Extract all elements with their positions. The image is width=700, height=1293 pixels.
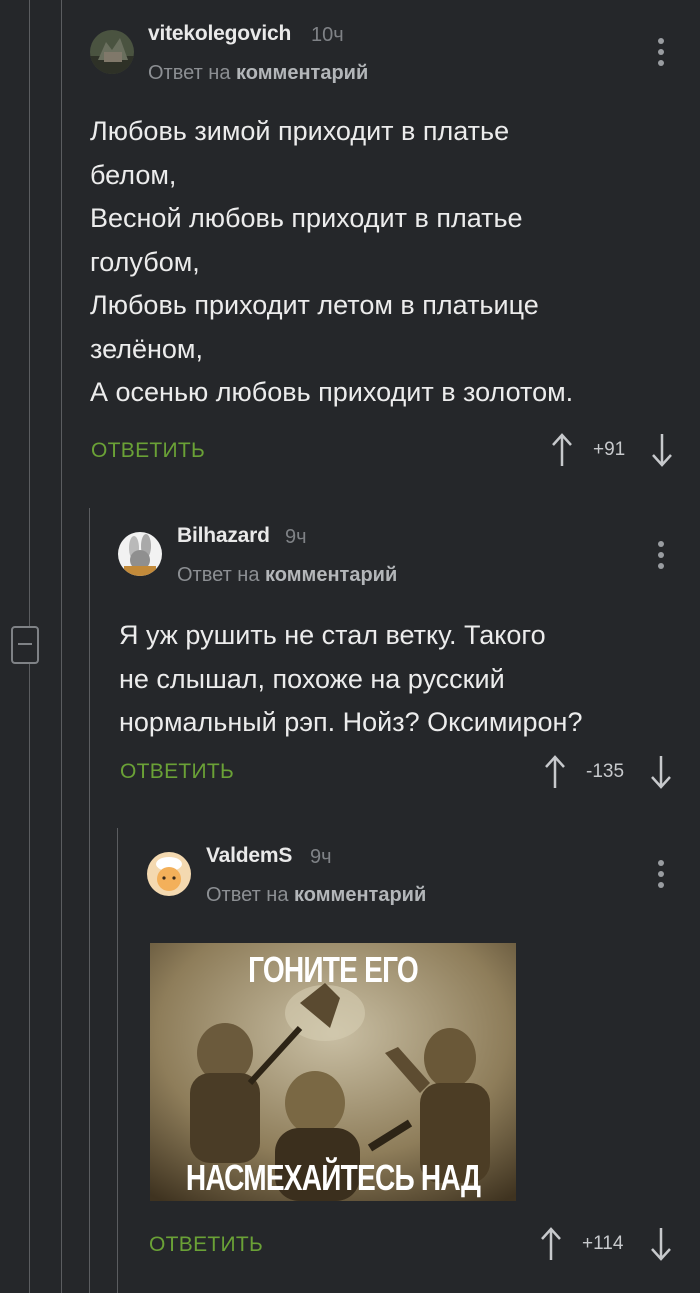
collapse-minus-icon bbox=[18, 643, 32, 645]
avatar[interactable] bbox=[147, 852, 191, 896]
avatar[interactable] bbox=[90, 30, 134, 74]
downvote-arrow-icon[interactable] bbox=[648, 752, 674, 792]
username[interactable]: ValdemS bbox=[206, 844, 292, 868]
text-line: Я уж рушить не стал ветку. Такого bbox=[119, 620, 546, 650]
meme-image[interactable]: ГОНИТЕ ЕГО НАСМЕХАЙТЕСЬ НАД НИМ bbox=[150, 943, 516, 1201]
reply-to-line: Ответ на комментарий bbox=[177, 564, 397, 587]
reply-target-link[interactable]: комментарий bbox=[294, 884, 426, 906]
comment-time: 9ч bbox=[285, 526, 307, 548]
username[interactable]: Bilhazard bbox=[177, 524, 270, 548]
thread-line-4 bbox=[117, 828, 118, 1293]
vote-controls: +114 bbox=[536, 1224, 676, 1264]
rating-count: +91 bbox=[593, 439, 626, 460]
reply-to-line: Ответ на комментарий bbox=[148, 62, 368, 85]
answer-button[interactable]: ОТВЕТИТЬ bbox=[149, 1233, 263, 1257]
comment-time: 9ч bbox=[310, 846, 332, 868]
options-dots-icon[interactable] bbox=[656, 860, 666, 894]
avatar[interactable] bbox=[118, 532, 162, 576]
comment-time: 10ч bbox=[311, 24, 344, 46]
vote-controls: +91 bbox=[545, 430, 685, 470]
options-dots-icon[interactable] bbox=[656, 38, 666, 72]
reply-target-link[interactable]: комментарий bbox=[265, 564, 397, 586]
upvote-arrow-icon[interactable] bbox=[549, 430, 575, 470]
rating-count: -135 bbox=[586, 761, 625, 782]
upvote-arrow-icon[interactable] bbox=[538, 1224, 564, 1264]
text-line: нормальный рэп. Нойз? Оксимирон? bbox=[119, 707, 583, 737]
collapse-branch-button[interactable] bbox=[11, 626, 39, 664]
reply-prefix: Ответ на bbox=[206, 884, 289, 906]
reply-to-line: Ответ на комментарий bbox=[206, 884, 426, 907]
username[interactable]: vitekolegovich bbox=[148, 22, 291, 46]
text-line: Любовь приходит летом в платьице bbox=[90, 290, 539, 320]
text-line: Весной любовь приходит в платье bbox=[90, 203, 523, 233]
text-line: Любовь зимой приходит в платье bbox=[90, 116, 510, 146]
meme-top-caption: ГОНИТЕ ЕГО bbox=[248, 949, 419, 990]
text-line: белом, bbox=[90, 159, 177, 190]
text-line: не слышал, похоже на русский bbox=[119, 663, 505, 694]
text-line: А осенью любовь приходит в золотом. bbox=[90, 377, 574, 407]
reply-prefix: Ответ на bbox=[148, 62, 231, 84]
reply-prefix: Ответ на bbox=[177, 564, 260, 586]
reply-target-link[interactable]: комментарий bbox=[236, 62, 368, 84]
upvote-arrow-icon[interactable] bbox=[542, 752, 568, 792]
downvote-arrow-icon[interactable] bbox=[648, 1224, 674, 1264]
thread-line-2 bbox=[61, 0, 62, 1293]
comment-text: Любовь зимой приходит в платье белом, Ве… bbox=[90, 110, 573, 415]
options-dots-icon[interactable] bbox=[656, 541, 666, 575]
answer-button[interactable]: ОТВЕТИТЬ bbox=[120, 760, 234, 784]
rating-count: +114 bbox=[582, 1233, 624, 1254]
thread-line-3 bbox=[89, 508, 90, 1293]
vote-controls: -135 bbox=[540, 752, 680, 792]
downvote-arrow-icon[interactable] bbox=[649, 430, 675, 470]
meme-bottom-caption: НАСМЕХАЙТЕСЬ НАД НИМ bbox=[185, 1157, 481, 1201]
answer-button[interactable]: ОТВЕТИТЬ bbox=[91, 439, 205, 463]
comment-text: Я уж рушить не стал ветку. Такого не слы… bbox=[119, 614, 582, 745]
text-line: зелёном, bbox=[90, 333, 203, 364]
text-line: голубом, bbox=[90, 246, 200, 277]
